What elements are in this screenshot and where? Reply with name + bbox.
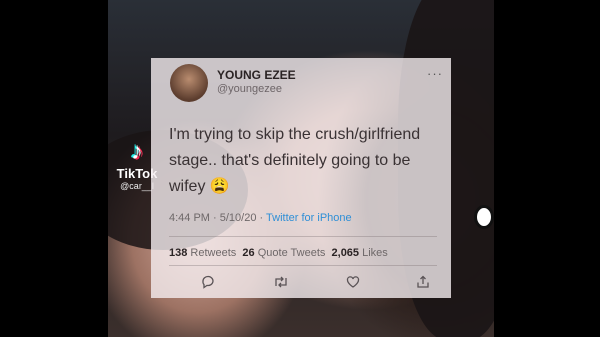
tweet-card: YOUNG EZEE @youngezee ··· I'm trying to …	[151, 58, 451, 298]
tweet-stats: 138 Retweets 26 Quote Tweets 2,065 Likes	[169, 247, 388, 259]
divider	[169, 236, 437, 237]
side-badge-icon	[474, 205, 494, 229]
retweets-count[interactable]: 138	[169, 247, 187, 259]
likes-label[interactable]: Likes	[362, 247, 388, 259]
retweet-icon[interactable]	[271, 274, 291, 294]
like-icon[interactable]	[343, 274, 363, 294]
tweet-source-link[interactable]: Twitter for iPhone	[266, 212, 352, 224]
quotes-label[interactable]: Quote Tweets	[258, 247, 326, 259]
tweet-meta: 4:44 PM · 5/10/20 · Twitter for iPhone	[169, 212, 352, 224]
reply-icon[interactable]	[198, 274, 218, 294]
display-name[interactable]: YOUNG EZEE	[217, 68, 296, 82]
avatar[interactable]	[170, 64, 208, 102]
user-handle[interactable]: @youngezee	[217, 83, 282, 95]
likes-count[interactable]: 2,065	[332, 247, 360, 259]
tweet-actions	[169, 274, 437, 294]
retweets-label[interactable]: Retweets	[190, 247, 236, 259]
tweet-text: I'm trying to skip the crush/girlfriend …	[169, 126, 421, 195]
video-frame: ♪ TikTok @car__l YOUNG EZEE @youngezee ·…	[0, 0, 600, 337]
tweet-timestamp: 4:44 PM · 5/10/20 ·	[169, 212, 267, 224]
divider	[169, 265, 437, 266]
quotes-count[interactable]: 26	[242, 247, 254, 259]
share-icon[interactable]	[413, 274, 433, 294]
more-dots-icon[interactable]: ···	[427, 66, 443, 81]
